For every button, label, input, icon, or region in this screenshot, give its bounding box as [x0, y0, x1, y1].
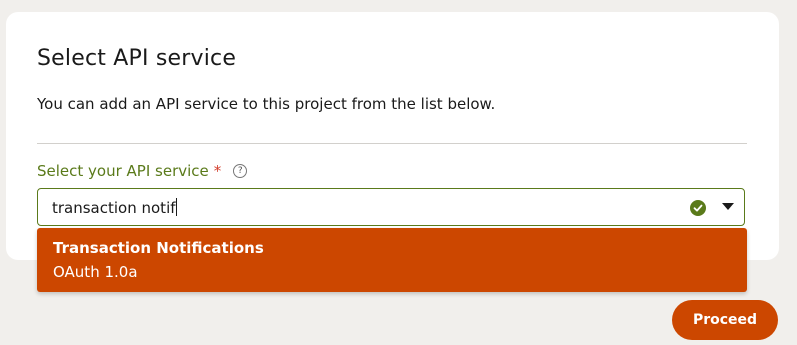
api-service-input-value: transaction notif	[52, 199, 176, 217]
dialog-subtitle: You can add an API service to this proje…	[37, 95, 496, 113]
api-service-field-label: Select your API service * ?	[37, 162, 248, 180]
text-cursor	[175, 198, 177, 216]
check-circle-icon	[690, 200, 706, 216]
dialog-title: Select API service	[37, 46, 237, 71]
api-service-input[interactable]: transaction notif	[52, 198, 177, 217]
help-circle-icon[interactable]: ?	[233, 164, 248, 178]
api-service-label-text: Select your API service	[37, 162, 209, 180]
option-auth-type: OAuth 1.0a	[53, 263, 138, 281]
chevron-down-icon[interactable]	[722, 203, 734, 210]
dropdown-option-transaction-notifications[interactable]: Transaction Notifications OAuth 1.0a	[37, 228, 747, 292]
required-marker: *	[213, 162, 222, 180]
api-service-combobox[interactable]: transaction notif	[37, 188, 745, 226]
divider	[37, 143, 747, 144]
option-name: Transaction Notifications	[53, 239, 264, 257]
proceed-button[interactable]: Proceed	[672, 300, 778, 340]
